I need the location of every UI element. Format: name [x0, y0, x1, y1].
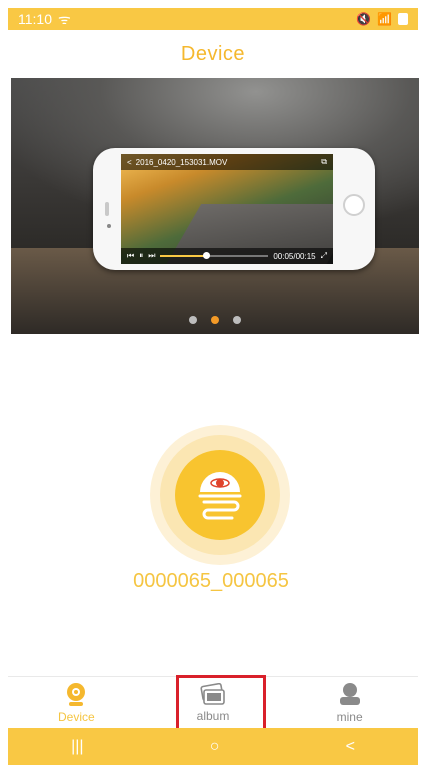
- video-filename: 2016_0420_153031.MOV: [135, 157, 228, 167]
- phone-camera: [107, 224, 111, 228]
- previous-icon: ⏮: [127, 251, 135, 260]
- app-header: Device: [8, 30, 418, 78]
- mute-icon: 🔇: [356, 12, 372, 26]
- video-progress: [160, 252, 269, 259]
- phone-home-button: [343, 194, 365, 216]
- phone-illustration: < 2016_0420_153031.MOV ⧉ ⏮ ⏸ ⏭ 00:05/00:…: [93, 148, 375, 270]
- recent-apps-button[interactable]: |||: [71, 738, 83, 756]
- status-left: 11:10 ᯤ: [18, 10, 71, 29]
- status-right: 🔇 📶: [356, 12, 408, 26]
- phone-speaker: [105, 202, 109, 216]
- fullscreen-icon: ⤢: [320, 251, 327, 260]
- status-bar: 11:10 ᯤ 🔇 📶: [8, 8, 418, 30]
- signal-icon: 📶: [377, 12, 392, 26]
- dashcam-icon[interactable]: [175, 450, 265, 540]
- back-button[interactable]: <: [346, 738, 355, 756]
- device-name[interactable]: 0000065_000065: [0, 570, 422, 593]
- tab-mine-label: mine: [336, 710, 363, 724]
- video-topbar: < 2016_0420_153031.MOV ⧉: [121, 154, 333, 170]
- pause-icon: ⏸: [139, 251, 144, 260]
- page-title: Device: [180, 42, 246, 65]
- user-icon: [339, 683, 360, 705]
- video-time: 00:05/00:15: [273, 251, 316, 261]
- dashcam-glyph: [198, 472, 242, 520]
- video-controls: ⏮ ⏸ ⏭ 00:05/00:15 ⤢: [121, 248, 333, 264]
- carousel-dot[interactable]: [233, 316, 241, 324]
- next-icon: ⏭: [148, 251, 156, 260]
- video-progress-fill: [160, 255, 206, 257]
- status-time: 11:10: [18, 11, 52, 27]
- tab-mine[interactable]: mine: [300, 682, 400, 724]
- home-button[interactable]: ○: [210, 738, 220, 756]
- album-highlight-box: [176, 675, 266, 731]
- system-nav-bar: ||| ○ <: [8, 728, 418, 765]
- promo-banner[interactable]: < 2016_0420_153031.MOV ⧉ ⏮ ⏸ ⏭ 00:05/00:…: [11, 78, 419, 334]
- device-card[interactable]: 0000065_000065: [0, 420, 422, 600]
- video-progress-knob: [202, 252, 210, 259]
- carousel-dots: [11, 316, 419, 324]
- battery-icon: [398, 13, 408, 25]
- carousel-dot[interactable]: [189, 316, 197, 324]
- share-icon: ⧉: [321, 157, 327, 166]
- notification-icon: ᯤ: [58, 10, 71, 27]
- tab-device[interactable]: Device: [26, 682, 126, 724]
- video-preview: < 2016_0420_153031.MOV ⧉ ⏮ ⏸ ⏭ 00:05/00:…: [121, 154, 333, 264]
- back-icon: <: [127, 157, 132, 167]
- tab-device-label: Device: [57, 710, 95, 724]
- camera-icon: [67, 683, 86, 706]
- carousel-dot[interactable]: [211, 316, 219, 324]
